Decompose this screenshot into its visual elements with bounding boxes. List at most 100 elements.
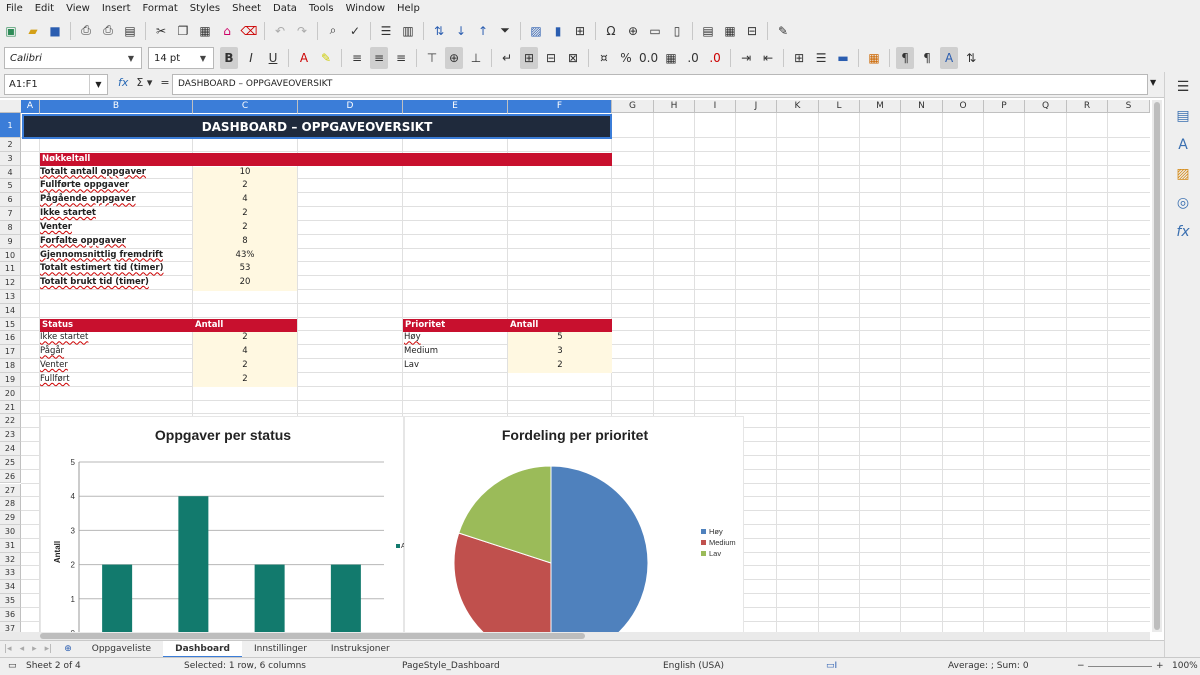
bold-button[interactable]: B xyxy=(220,47,238,69)
menu-help[interactable]: Help xyxy=(391,0,426,17)
row-header-12[interactable]: 12 xyxy=(0,276,21,290)
column-header-b[interactable]: B xyxy=(40,100,193,113)
asian-layout-icon[interactable]: ⇅ xyxy=(962,47,980,69)
column-header-h[interactable]: H xyxy=(654,100,695,113)
functions-icon[interactable]: fx xyxy=(1165,217,1200,246)
tab-nav-prev-icon[interactable]: ◂ xyxy=(16,644,29,654)
zoom-in-icon[interactable]: + xyxy=(1156,661,1164,671)
merge-cells-icon[interactable]: ⊟ xyxy=(542,47,560,69)
row-header-3[interactable]: 3 xyxy=(0,151,21,166)
row-header-20[interactable]: 20 xyxy=(0,386,21,401)
chevron-down-icon[interactable]: ▼ xyxy=(193,48,213,68)
row-header-16[interactable]: 16 xyxy=(0,331,21,346)
currency-icon[interactable]: ¤ xyxy=(595,47,613,69)
insert-image-icon[interactable]: ▨ xyxy=(527,20,545,42)
align-left-icon[interactable]: ≡ xyxy=(348,47,366,69)
text-direction-ltr-icon[interactable]: ¶ xyxy=(896,47,915,69)
tab-nav-next-icon[interactable]: ▸ xyxy=(28,644,41,654)
row-header-1[interactable]: 1 xyxy=(0,113,21,138)
sheet-tab-instruksjoner[interactable]: Instruksjoner xyxy=(319,641,402,658)
row-header-35[interactable]: 35 xyxy=(0,594,21,608)
row-header-26[interactable]: 26 xyxy=(0,469,21,484)
add-decimal-icon[interactable]: .0 xyxy=(684,47,702,69)
row-header-8[interactable]: 8 xyxy=(0,220,21,235)
font-size-box[interactable]: 14 pt ▼ xyxy=(148,47,214,69)
print-preview-icon[interactable]: ▤ xyxy=(121,20,139,42)
row-header-21[interactable]: 21 xyxy=(0,400,21,415)
column-header-k[interactable]: K xyxy=(777,100,819,113)
zoom-out-icon[interactable]: − xyxy=(1077,661,1085,671)
row-header-5[interactable]: 5 xyxy=(0,179,21,194)
menu-styles[interactable]: Styles xyxy=(184,0,226,17)
spelling-icon[interactable]: ✓ xyxy=(346,20,364,42)
underline-button[interactable]: U xyxy=(264,47,282,69)
row-header-18[interactable]: 18 xyxy=(0,359,21,373)
formula-input[interactable]: DASHBOARD – OPPGAVEOVERSIKT xyxy=(172,74,1148,95)
merge-center-icon[interactable]: ⊞ xyxy=(520,47,538,69)
sum-display[interactable]: Average: ; Sum: 0 xyxy=(948,661,1029,671)
bar-2[interactable] xyxy=(178,496,209,632)
column-header-c[interactable]: C xyxy=(193,100,298,113)
row-header-31[interactable]: 31 xyxy=(0,538,21,553)
increase-indent-icon[interactable]: ⇥ xyxy=(737,47,755,69)
number-format-icon[interactable]: 0.0 xyxy=(639,47,658,69)
column-icon[interactable]: ▥ xyxy=(399,20,417,42)
row-header-37[interactable]: 37 xyxy=(0,621,21,632)
column-header-q[interactable]: Q xyxy=(1025,100,1067,113)
styles-icon[interactable]: A xyxy=(1165,130,1200,159)
column-header-r[interactable]: R xyxy=(1067,100,1108,113)
highlight-color-icon[interactable]: ✎ xyxy=(317,47,335,69)
column-header-l[interactable]: L xyxy=(819,100,860,113)
export-pdf-icon[interactable]: ⎙ xyxy=(77,20,95,42)
row-header-22[interactable]: 22 xyxy=(0,414,21,429)
zoom-level[interactable]: 100% xyxy=(1172,661,1198,671)
column-header-n[interactable]: N xyxy=(901,100,943,113)
bar-4[interactable] xyxy=(330,564,361,632)
row-header-6[interactable]: 6 xyxy=(0,193,21,208)
paste-icon[interactable]: ▦ xyxy=(196,20,214,42)
row-header-15[interactable]: 15 xyxy=(0,317,21,332)
menu-tools[interactable]: Tools xyxy=(303,0,340,17)
menu-edit[interactable]: Edit xyxy=(29,0,60,17)
sort-descending-icon[interactable]: ↑ xyxy=(474,20,492,42)
row-icon[interactable]: ☰ xyxy=(377,20,395,42)
new-icon[interactable]: ▣ xyxy=(2,20,20,42)
align-middle-icon[interactable]: ⊕ xyxy=(445,47,463,69)
row-header-32[interactable]: 32 xyxy=(0,552,21,567)
date-format-icon[interactable]: ▦ xyxy=(662,47,680,69)
print-icon[interactable]: ⎙ xyxy=(99,20,117,42)
undo-icon[interactable]: ↶ xyxy=(271,20,289,42)
align-center-icon[interactable]: ≡ xyxy=(370,47,388,69)
vertical-scrollbar[interactable] xyxy=(1152,100,1162,632)
menu-icon[interactable]: ☰ xyxy=(1165,72,1200,101)
row-header-28[interactable]: 28 xyxy=(0,497,21,512)
borders-icon[interactable]: ⊞ xyxy=(790,47,808,69)
clear-formatting-icon[interactable]: ⌫ xyxy=(240,20,258,42)
row-header-10[interactable]: 10 xyxy=(0,248,21,263)
row-header-13[interactable]: 13 xyxy=(0,290,21,304)
split-window-icon[interactable]: ⊟ xyxy=(743,20,761,42)
hyperlink-icon[interactable]: ⊕ xyxy=(624,20,642,42)
row-header-36[interactable]: 36 xyxy=(0,607,21,622)
selection-mode-icon[interactable]: ▭I xyxy=(826,661,837,671)
properties-icon[interactable]: ▤ xyxy=(1165,101,1200,130)
column-header-e[interactable]: E xyxy=(403,100,508,113)
menu-file[interactable]: File xyxy=(0,0,29,17)
menu-format[interactable]: Format xyxy=(137,0,184,17)
font-name-box[interactable]: Calibri ▼ xyxy=(4,47,142,69)
navigator-icon[interactable]: ◎ xyxy=(1165,188,1200,217)
dashboard-title[interactable]: DASHBOARD – OPPGAVEOVERSIKT xyxy=(22,114,612,139)
column-header-i[interactable]: I xyxy=(695,100,736,113)
row-header-7[interactable]: 7 xyxy=(0,207,21,221)
sheet-tab-innstillinger[interactable]: Innstillinger xyxy=(242,641,319,658)
row-header-23[interactable]: 23 xyxy=(0,428,21,443)
expand-formula-icon[interactable]: ▼ xyxy=(1150,78,1156,87)
insert-chart-icon[interactable]: ▮ xyxy=(549,20,567,42)
tab-nav-last-icon[interactable]: ▸| xyxy=(41,644,57,654)
bar-1[interactable] xyxy=(102,564,133,632)
define-print-area-icon[interactable]: ▤ xyxy=(699,20,717,42)
column-header-m[interactable]: M xyxy=(860,100,901,113)
text-direction-rtl-icon[interactable]: ¶ xyxy=(918,47,936,69)
language[interactable]: English (USA) xyxy=(663,661,724,671)
bar-chart[interactable]: Oppgaver per status 012345AntallA xyxy=(40,416,405,632)
